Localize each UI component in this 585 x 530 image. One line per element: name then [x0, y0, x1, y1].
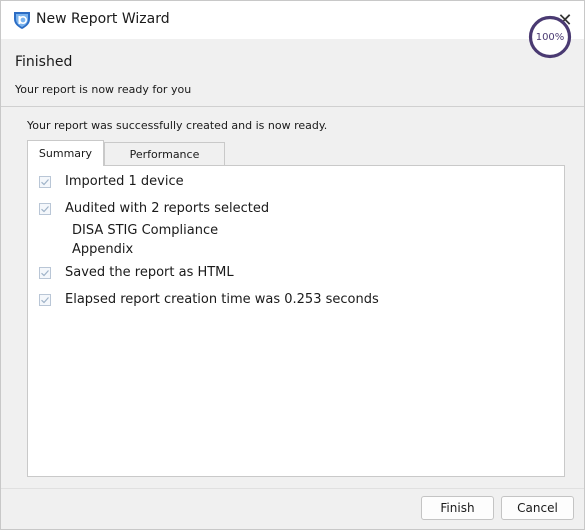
page-subtitle: Your report is now ready for you — [15, 83, 192, 96]
summary-item-label: Saved the report as HTML — [65, 265, 234, 280]
cancel-button-label: Cancel — [517, 501, 558, 515]
status-message: Your report was successfully created and… — [27, 119, 328, 132]
summary-item-label: Elapsed report creation time was 0.253 s… — [65, 292, 379, 307]
report-name: DISA STIG Compliance — [72, 223, 219, 238]
finish-button[interactable]: Finish — [421, 496, 494, 520]
tab-summary-label: Summary — [38, 147, 93, 160]
summary-item-label: Imported 1 device — [65, 174, 184, 189]
cancel-button[interactable]: Cancel — [501, 496, 574, 520]
summary-item-label: Audited with 2 reports selected — [65, 201, 270, 216]
tab-performance[interactable]: Performance — [104, 142, 225, 165]
checkmark-icon — [39, 203, 51, 215]
wizard-header: Finished Your report is now ready for yo… — [1, 39, 584, 101]
window-title: New Report Wizard — [36, 11, 170, 27]
checkmark-icon — [39, 176, 51, 188]
report-wizard-window: New Report Wizard ✕ Finished Your report… — [0, 0, 585, 530]
checkmark-icon — [39, 294, 51, 306]
report-name: Appendix — [72, 242, 134, 257]
footer-divider — [1, 488, 584, 489]
tab-summary[interactable]: Summary — [27, 140, 104, 166]
shield-report-icon — [14, 12, 30, 29]
summary-panel: Imported 1 device Audited with 2 reports… — [27, 165, 565, 477]
title-bar: New Report Wizard ✕ — [1, 1, 584, 39]
tab-performance-label: Performance — [129, 147, 200, 161]
page-title: Finished — [15, 54, 73, 70]
checkmark-icon — [39, 267, 51, 279]
finish-button-label: Finish — [440, 501, 475, 515]
progress-percent: 100% — [535, 31, 565, 43]
header-divider — [1, 106, 584, 107]
